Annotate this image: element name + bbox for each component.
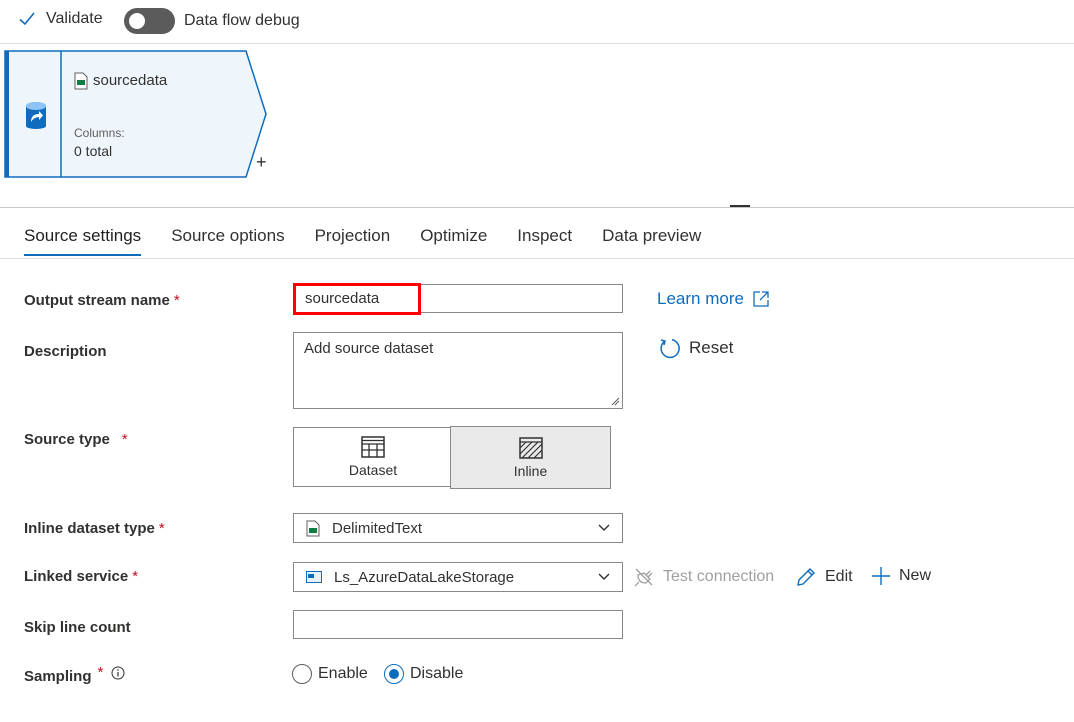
chevron-down-icon — [598, 573, 610, 580]
source-type-label: Source type * — [24, 431, 128, 448]
inline-dataset-type-value: DelimitedText — [332, 519, 423, 537]
toggle-knob — [129, 13, 145, 29]
edit-button[interactable]: Edit — [795, 566, 853, 588]
external-link-icon — [753, 291, 769, 307]
radio-circle — [384, 664, 404, 684]
chevron-down-icon — [598, 524, 610, 531]
new-button[interactable]: New — [871, 566, 931, 586]
edit-label: Edit — [825, 568, 853, 585]
sampling-label: Sampling * — [24, 664, 125, 685]
database-source-icon — [26, 102, 46, 129]
inline-table-icon — [518, 436, 543, 459]
required-marker: * — [158, 520, 165, 537]
reset-button[interactable]: Reset — [657, 336, 733, 360]
source-type-text: Source type — [24, 431, 110, 448]
tab-inspect[interactable]: Inspect — [517, 226, 572, 256]
required-marker: * — [121, 431, 128, 448]
sampling-enable-radio[interactable]: Enable — [292, 664, 368, 684]
settings-tabs: Source settings Source options Projectio… — [24, 226, 731, 256]
resize-grip-icon[interactable] — [610, 396, 620, 406]
learn-more-link[interactable]: Learn more — [657, 289, 770, 309]
test-connection-button[interactable]: Test connection — [633, 566, 774, 588]
tab-data-preview[interactable]: Data preview — [602, 226, 701, 256]
inline-dataset-type-label: Inline dataset type * — [24, 520, 165, 537]
plug-disconnected-icon — [634, 568, 653, 587]
linked-service-label: Linked service * — [24, 568, 138, 585]
panel-splitter[interactable] — [0, 207, 1074, 208]
validate-button[interactable]: Validate — [18, 10, 103, 28]
linked-service-dropdown[interactable]: Ls_AzureDataLakeStorage — [293, 562, 623, 592]
tab-source-options[interactable]: Source options — [171, 226, 284, 256]
sampling-enable-label: Enable — [318, 665, 368, 682]
output-stream-name-text: Output stream name — [24, 292, 170, 309]
table-icon — [361, 436, 385, 458]
inline-dataset-type-text: Inline dataset type — [24, 520, 155, 537]
pencil-icon — [797, 568, 815, 586]
output-stream-name-input[interactable]: sourcedata — [293, 283, 421, 315]
test-connection-label: Test connection — [663, 568, 775, 585]
tabs-divider — [0, 258, 1074, 259]
tab-projection[interactable]: Projection — [315, 226, 391, 256]
sampling-text: Sampling — [24, 668, 92, 685]
description-value: Add source dataset — [304, 340, 434, 357]
learn-more-label: Learn more — [657, 289, 744, 308]
data-flow-debug-label: Data flow debug — [184, 12, 300, 29]
description-input[interactable]: Add source dataset — [293, 332, 623, 409]
skip-line-count-input[interactable] — [293, 610, 623, 639]
sampling-disable-radio[interactable]: Disable — [384, 664, 463, 684]
description-label: Description — [24, 343, 107, 360]
node-title: sourcedata — [93, 72, 168, 89]
required-marker: * — [97, 664, 104, 681]
csv-file-icon — [74, 72, 88, 90]
sampling-disable-label: Disable — [410, 665, 464, 682]
dataset-option-label: Dataset — [348, 462, 398, 478]
tab-optimize[interactable]: Optimize — [420, 226, 487, 256]
data-flow-debug-toggle[interactable] — [124, 8, 175, 34]
reset-label: Reset — [689, 338, 734, 357]
required-marker: * — [132, 568, 139, 585]
validate-label: Validate — [46, 10, 103, 27]
splitter-handle[interactable] — [730, 205, 750, 207]
tab-source-settings[interactable]: Source settings — [24, 226, 142, 256]
output-stream-name-label: Output stream name * — [24, 292, 180, 309]
reset-icon — [660, 338, 680, 359]
node-columns-label: Columns: — [74, 126, 125, 140]
source-type-inline-option[interactable]: Inline — [450, 426, 611, 489]
inline-option-label: Inline — [513, 462, 548, 479]
linked-service-value: Ls_AzureDataLakeStorage — [334, 568, 515, 586]
storage-icon — [306, 571, 322, 583]
radio-circle — [292, 664, 312, 684]
delimited-text-icon — [306, 520, 320, 536]
node-columns-value: 0 total — [74, 143, 113, 159]
info-icon[interactable] — [111, 666, 125, 680]
source-type-dataset-option[interactable]: Dataset — [293, 427, 453, 487]
inline-dataset-type-dropdown[interactable]: DelimitedText — [293, 513, 623, 543]
new-label: New — [899, 567, 932, 584]
plus-icon — [872, 567, 890, 585]
add-transformation-button[interactable]: + — [256, 152, 267, 172]
skip-line-count-label: Skip line count — [24, 619, 131, 636]
required-marker: * — [173, 292, 180, 309]
checkmark-icon — [19, 12, 35, 26]
linked-service-text: Linked service — [24, 568, 129, 585]
